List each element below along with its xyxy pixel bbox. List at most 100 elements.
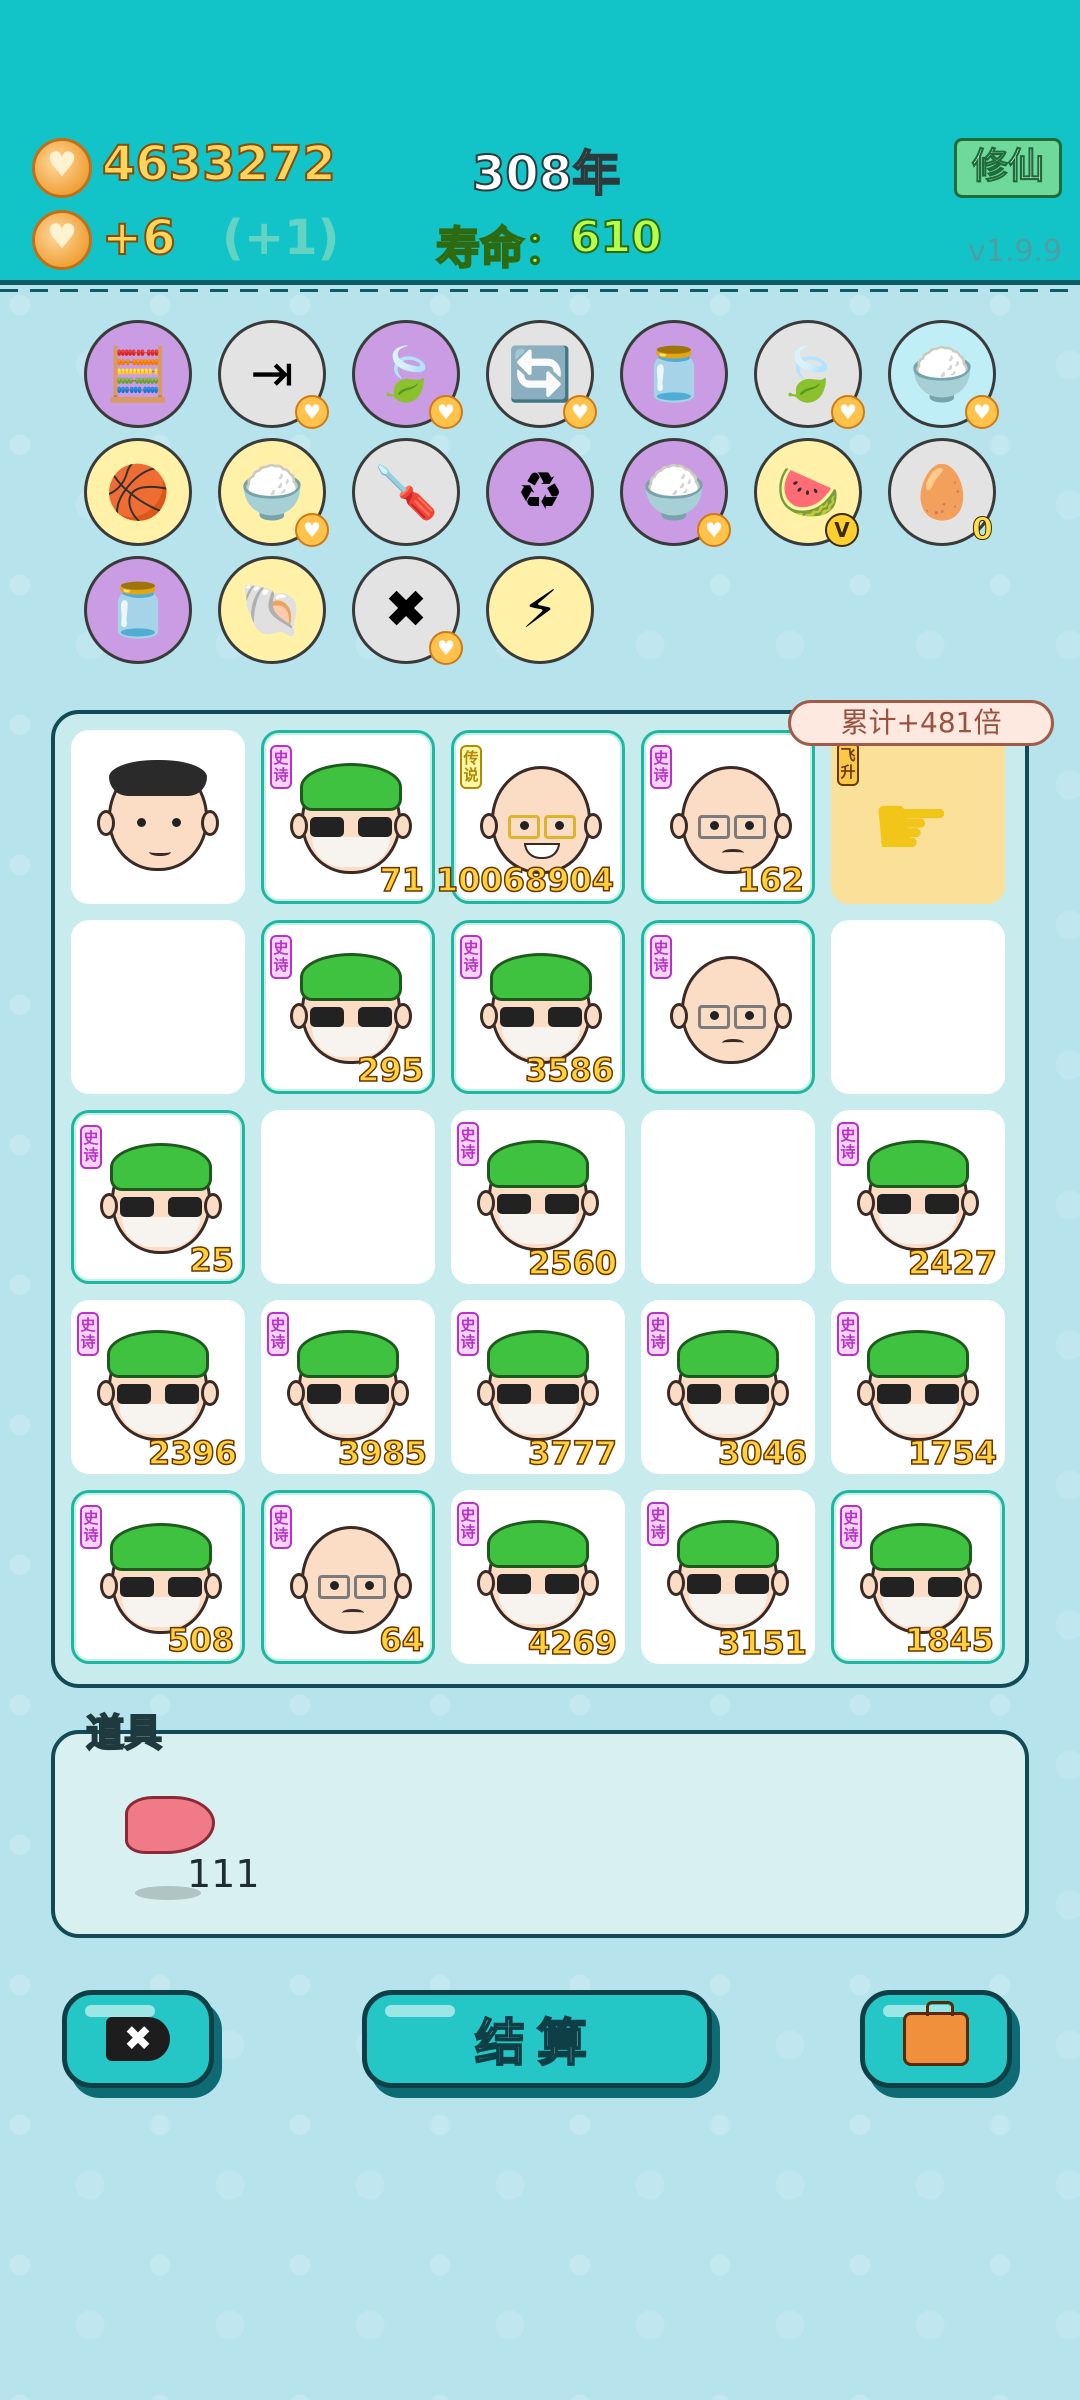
settle-button[interactable]: 结算 bbox=[362, 1990, 712, 2088]
items-panel: 111 bbox=[51, 1730, 1029, 1938]
board-cell[interactable]: 史诗 295 bbox=[261, 920, 435, 1094]
board-cell[interactable]: 史诗 2560 bbox=[451, 1110, 625, 1284]
remove-button[interactable]: ✖ bbox=[62, 1990, 214, 2088]
milk-jar-icon: 🫙 bbox=[641, 344, 707, 405]
skill-leaf-2[interactable]: 🍃 ♥ bbox=[754, 320, 865, 429]
cell-value: 508 bbox=[166, 1620, 234, 1660]
skill-basketballs[interactable]: 🏀 bbox=[84, 438, 192, 546]
liver-item-icon[interactable] bbox=[125, 1796, 215, 1854]
button-shine bbox=[85, 2005, 155, 2017]
skill-leaf[interactable]: 🍃 ♥ bbox=[352, 320, 463, 429]
skill-milk-jar-2[interactable]: 🫙 bbox=[84, 556, 192, 664]
green-cap-character bbox=[480, 953, 602, 1064]
skill-close-tag[interactable]: ✖ ♥ bbox=[352, 556, 463, 665]
rarity-tag: 史诗 bbox=[837, 1312, 859, 1356]
recycle-icon: ♻ bbox=[516, 462, 564, 522]
skill-refresh[interactable]: 🔄 ♥ bbox=[486, 320, 597, 429]
green-cap-character bbox=[100, 1523, 222, 1634]
settle-button-label: 结算 bbox=[474, 2013, 599, 2073]
cell-value: 4269 bbox=[527, 1623, 618, 1663]
board-cell[interactable]: 传说 10068904 bbox=[435, 730, 625, 904]
heart-badge-icon: ♥ bbox=[295, 395, 329, 429]
rarity-tag: 史诗 bbox=[650, 745, 672, 789]
skill-rice-bowl[interactable]: 🍚 ♥ bbox=[888, 320, 999, 429]
pointing-hand-icon: ☛ bbox=[871, 774, 952, 879]
skill-lightning[interactable]: ⚡ bbox=[486, 556, 594, 664]
boy-character bbox=[97, 760, 219, 871]
skill-skip[interactable]: ⇥ ♥ bbox=[218, 320, 329, 429]
skill-shell[interactable]: 🐚 bbox=[218, 556, 326, 664]
green-cap-character bbox=[477, 1140, 599, 1251]
rarity-tag: 史诗 bbox=[650, 935, 672, 979]
board-cell[interactable] bbox=[261, 1110, 435, 1284]
green-cap-character bbox=[857, 1140, 979, 1251]
fruit-plate-icon: 🍉 bbox=[775, 462, 841, 523]
green-cap-character bbox=[477, 1520, 599, 1631]
board-cell[interactable]: 史诗 64 bbox=[261, 1490, 435, 1664]
board-cell[interactable]: 史诗 4269 bbox=[451, 1490, 625, 1664]
rarity-tag: 史诗 bbox=[270, 935, 292, 979]
rarity-tag: 史诗 bbox=[457, 1312, 479, 1356]
skill-recycle[interactable]: ♻ bbox=[486, 438, 594, 546]
rarity-tag: 史诗 bbox=[457, 1502, 479, 1546]
cell-value: 2396 bbox=[147, 1433, 238, 1473]
rarity-tag: 史诗 bbox=[647, 1502, 669, 1546]
board-cell[interactable]: 史诗 1754 bbox=[831, 1300, 1005, 1474]
rarity-tag: 史诗 bbox=[270, 1505, 292, 1549]
skill-screwdriver[interactable]: 🪛 bbox=[352, 438, 460, 546]
cell-value: 71 bbox=[379, 860, 425, 900]
skill-milk-jar[interactable]: 🫙 bbox=[620, 320, 728, 428]
green-cap-character bbox=[97, 1330, 219, 1441]
board-cell[interactable]: 史诗 bbox=[641, 920, 815, 1094]
briefcase-icon bbox=[903, 2001, 969, 2066]
skill-fruit-plate[interactable]: 🍉 V bbox=[754, 438, 862, 547]
board-cell[interactable] bbox=[831, 920, 1005, 1094]
board-cell[interactable]: 史诗 2427 bbox=[831, 1110, 1005, 1284]
legend-character bbox=[480, 766, 602, 874]
leaf-icon: 🍃 bbox=[373, 344, 439, 405]
board-cell[interactable] bbox=[71, 920, 245, 1094]
game-board: 史诗 71 传说 10068904 史诗 162 ☛ 飞升 史诗 295 史诗 3586 史诗 史诗 25 史… bbox=[51, 710, 1029, 1688]
skill-rice-bowl-2[interactable]: 🍚 ♥ bbox=[218, 438, 329, 547]
coin-total: 4633272 bbox=[101, 135, 337, 193]
skill-rice-bowl-3[interactable]: 🍚 ♥ bbox=[620, 438, 731, 547]
cell-value: 2560 bbox=[527, 1243, 618, 1283]
skill-formula-avatar[interactable]: 🧮 bbox=[84, 320, 192, 428]
lightning-icon: ⚡ bbox=[521, 580, 559, 640]
xiuxian-button[interactable]: 修仙 bbox=[954, 138, 1062, 198]
board-cell[interactable]: 史诗 162 bbox=[641, 730, 815, 904]
board-cell[interactable]: ☛ 飞升 bbox=[831, 730, 1005, 904]
board-cell[interactable]: 史诗 25 bbox=[71, 1110, 245, 1284]
coin-rate-icon bbox=[32, 210, 92, 270]
green-cap-character bbox=[287, 1330, 409, 1441]
version-label: v1.9.9 bbox=[968, 234, 1063, 269]
rarity-tag: 史诗 bbox=[647, 1312, 669, 1356]
bald-elder-character bbox=[290, 1526, 412, 1634]
board-cell[interactable]: 史诗 3985 bbox=[261, 1300, 435, 1474]
board-cell[interactable]: 史诗 71 bbox=[261, 730, 435, 904]
board-cell[interactable]: 史诗 1845 bbox=[831, 1490, 1005, 1664]
basketballs-icon: 🏀 bbox=[105, 462, 171, 523]
board-cell[interactable] bbox=[71, 730, 245, 904]
rarity-tag: 史诗 bbox=[837, 1122, 859, 1166]
button-shine bbox=[385, 2005, 455, 2017]
close-tag-icon: ✖ bbox=[106, 2017, 170, 2061]
coin-bonus: (+1) bbox=[222, 210, 340, 266]
board-cell[interactable]: 史诗 508 bbox=[71, 1490, 245, 1664]
green-cap-character bbox=[477, 1330, 599, 1441]
rarity-tag: 史诗 bbox=[840, 1505, 862, 1549]
heart-badge-icon: ♥ bbox=[697, 513, 731, 547]
board-cell[interactable]: 史诗 3151 bbox=[641, 1490, 815, 1664]
board-cell[interactable]: 史诗 3586 bbox=[451, 920, 625, 1094]
rarity-tag: 史诗 bbox=[267, 1312, 289, 1356]
board-cell[interactable]: 史诗 2396 bbox=[71, 1300, 245, 1474]
leaf-2-icon: 🍃 bbox=[775, 344, 841, 405]
heart-badge-icon: ♥ bbox=[295, 513, 329, 547]
bag-button[interactable] bbox=[860, 1990, 1012, 2088]
board-cell[interactable]: 史诗 3777 bbox=[451, 1300, 625, 1474]
board-cell[interactable]: 史诗 3046 bbox=[641, 1300, 815, 1474]
rarity-tag: 传说 bbox=[460, 745, 482, 789]
formula-avatar-icon: 🧮 bbox=[105, 344, 171, 405]
board-cell[interactable] bbox=[641, 1110, 815, 1284]
rarity-tag: 史诗 bbox=[77, 1312, 99, 1356]
